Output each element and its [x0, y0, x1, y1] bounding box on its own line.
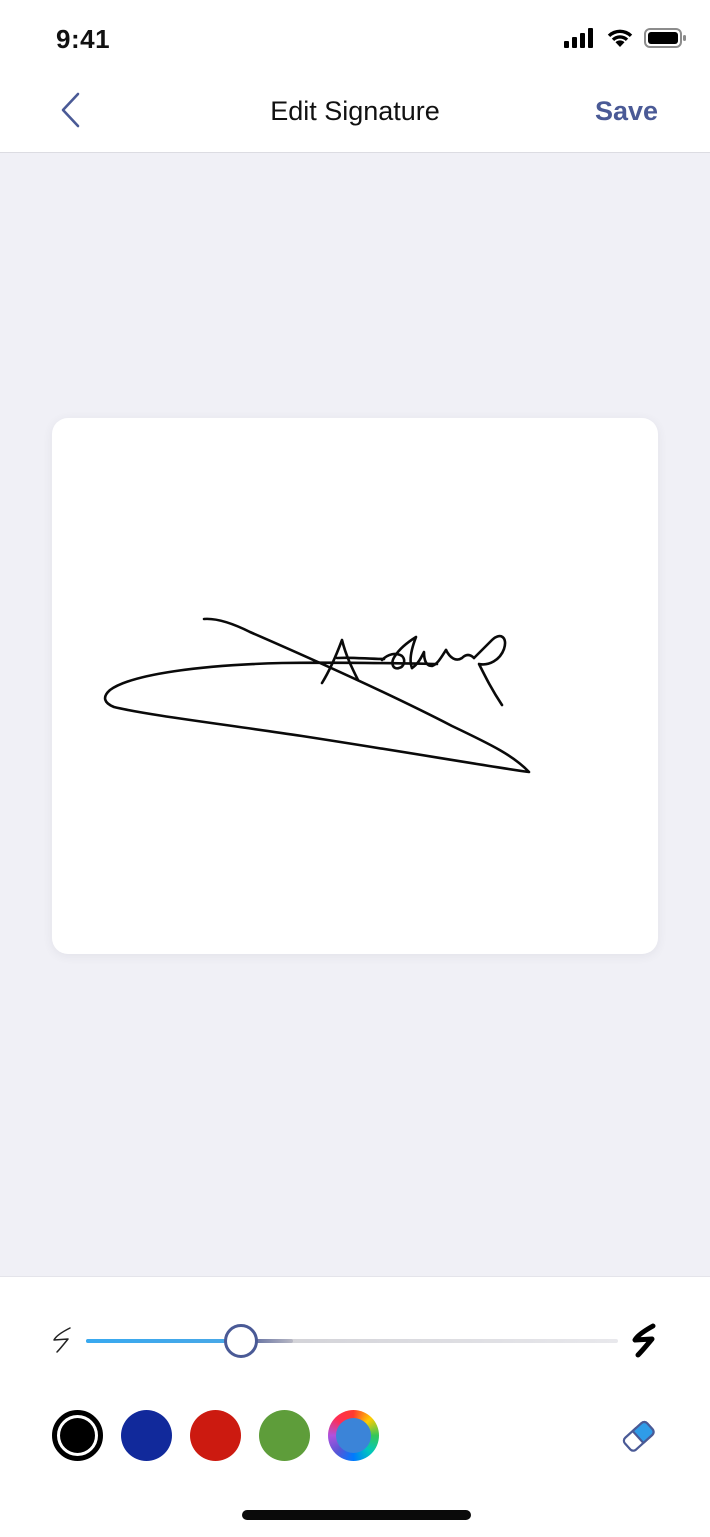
signature-drawing — [103, 617, 531, 774]
home-indicator — [242, 1510, 471, 1520]
color-swatch-green[interactable] — [259, 1410, 310, 1461]
color-swatch-custom[interactable] — [328, 1410, 379, 1461]
swatch-fill — [336, 1418, 371, 1453]
color-swatch-black[interactable] — [52, 1410, 103, 1461]
swatch-fill — [60, 1418, 95, 1453]
color-swatch-red[interactable] — [190, 1410, 241, 1461]
status-icons — [564, 28, 686, 48]
thick-stroke-icon — [632, 1323, 656, 1358]
status-time: 9:41 — [56, 24, 111, 54]
nav-bar: Edit Signature Save — [0, 72, 710, 153]
thin-stroke-icon — [53, 1327, 71, 1353]
bottom-toolbar — [0, 1276, 710, 1537]
stroke-width-slider[interactable] — [86, 1324, 618, 1358]
save-button[interactable]: Save — [595, 96, 658, 127]
wifi-icon — [607, 29, 633, 47]
color-swatches — [52, 1410, 379, 1461]
color-swatch-blue[interactable] — [121, 1410, 172, 1461]
signal-icon — [564, 28, 593, 48]
status-bar: 9:41 — [0, 0, 710, 72]
slider-fill — [86, 1339, 240, 1343]
slider-thumb[interactable] — [224, 1324, 258, 1358]
eraser-icon[interactable] — [616, 1415, 660, 1459]
signature-canvas[interactable] — [52, 418, 658, 954]
battery-icon — [644, 28, 686, 48]
